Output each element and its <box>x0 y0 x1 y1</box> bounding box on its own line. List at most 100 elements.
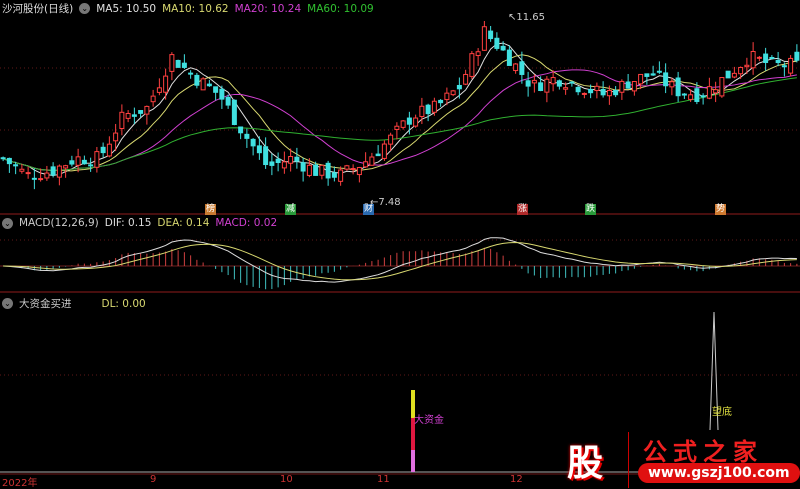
candle-body <box>775 59 781 64</box>
candle-body <box>525 80 531 87</box>
candle-body <box>606 89 612 97</box>
candle-body <box>675 77 681 97</box>
dl-bar <box>411 450 415 472</box>
candle-body <box>594 85 600 92</box>
candle-body <box>6 157 12 165</box>
candle-body <box>463 73 469 85</box>
signal-marker: 减 <box>285 204 296 215</box>
candle-body <box>94 151 100 168</box>
signal-label-bottom: 望底 <box>712 407 732 418</box>
candle-body <box>363 161 369 168</box>
candle-body <box>200 78 206 91</box>
candle-body <box>325 162 331 179</box>
candle-body <box>288 156 294 164</box>
candle-body <box>731 72 737 78</box>
candle-body <box>569 81 575 84</box>
candle-body <box>181 62 187 68</box>
x-tick: 12 <box>510 474 523 485</box>
candle-body <box>431 100 437 113</box>
candle-body <box>419 105 425 118</box>
candle-body <box>513 63 519 72</box>
candle-body <box>581 92 587 95</box>
candle-body <box>306 164 312 176</box>
candle-body <box>44 172 50 179</box>
candle-body <box>650 73 656 76</box>
candle-body <box>388 134 394 145</box>
candle-body <box>138 110 144 114</box>
watermark: 股 公式之家 www.gszj100.com <box>555 432 800 488</box>
candle-body <box>81 159 87 165</box>
candle-body <box>556 80 562 87</box>
candle-body <box>163 75 169 93</box>
candle-body <box>156 87 162 93</box>
candle-body <box>713 89 719 94</box>
candle-body <box>488 30 494 40</box>
candle-body <box>400 120 406 128</box>
candle-body <box>600 88 606 96</box>
candle-body <box>269 161 275 166</box>
candle-body <box>706 86 712 99</box>
candle-body <box>225 96 231 106</box>
candle-body <box>438 99 444 104</box>
candle-body <box>13 164 19 167</box>
stock-chart[interactable] <box>0 0 800 488</box>
x-tick: 11 <box>377 474 390 485</box>
x-tick: 2022年 <box>2 478 38 489</box>
candle-body <box>150 95 156 103</box>
candle-body <box>125 113 131 119</box>
candle-body <box>356 167 362 176</box>
candle-body <box>756 56 762 59</box>
candle-body <box>550 77 556 85</box>
candle-body <box>344 165 350 170</box>
candle-body <box>544 78 550 93</box>
candle-body <box>475 51 481 57</box>
candle-body <box>644 73 650 77</box>
candle-body <box>500 45 506 51</box>
candle-body <box>338 169 344 182</box>
watermark-url: www.gszj100.com <box>638 463 800 483</box>
candle-body <box>531 79 537 84</box>
candle-body <box>19 168 25 172</box>
candle-body <box>281 161 287 169</box>
candle-body <box>375 153 381 157</box>
candle-body <box>406 117 412 125</box>
high-price: 11.65 <box>516 12 546 23</box>
candle-body <box>738 66 744 75</box>
candle-body <box>469 53 475 77</box>
candle-body <box>625 81 631 89</box>
candle-body <box>725 70 731 79</box>
candle-body <box>700 95 706 98</box>
signal-marker: 势 <box>715 204 726 215</box>
candle-body <box>631 81 637 92</box>
candle-body <box>319 164 325 176</box>
candle-body <box>575 86 581 93</box>
signal-marker: 跌 <box>585 204 596 215</box>
low-price: 7.48 <box>378 197 401 208</box>
candle-body <box>169 54 175 72</box>
candle-body <box>331 172 337 178</box>
candle-body <box>763 53 769 63</box>
candle-body <box>194 74 200 86</box>
candle-body <box>719 77 725 97</box>
candle-body <box>119 111 125 129</box>
candle-body <box>481 26 487 51</box>
candle-body <box>188 72 194 75</box>
candle-body <box>244 133 250 139</box>
candle-body <box>50 166 56 176</box>
candle-body <box>25 172 31 175</box>
candle-body <box>744 64 750 68</box>
candle-body <box>794 51 800 61</box>
candle-body <box>275 158 281 164</box>
candle-body <box>563 87 569 90</box>
candle-body <box>231 99 237 125</box>
signal-marker: 财 <box>363 204 374 215</box>
candle-body <box>494 37 500 49</box>
candle-body <box>688 94 694 100</box>
low-price-label: ←7.48 <box>370 197 401 208</box>
high-price-label: ↖11.65 <box>508 12 546 23</box>
candle-body <box>175 59 181 68</box>
candle-body <box>750 51 756 69</box>
candle-body <box>669 81 675 88</box>
candle-body <box>56 165 62 178</box>
signal-marker: 榜 <box>205 204 216 215</box>
